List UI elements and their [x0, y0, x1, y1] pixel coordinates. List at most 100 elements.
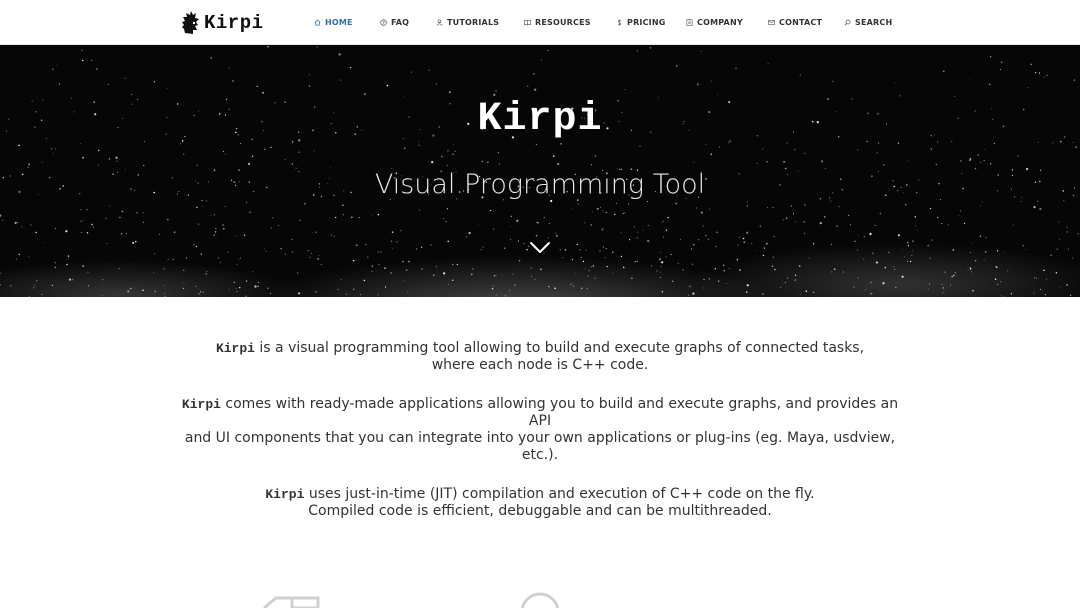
star: [508, 289, 511, 292]
star: [340, 79, 342, 81]
star: [937, 216, 939, 219]
star: [402, 260, 404, 263]
star: [493, 275, 496, 277]
star: [315, 291, 317, 293]
star: [985, 236, 987, 238]
star: [942, 287, 944, 289]
star: [66, 263, 68, 266]
star: [202, 206, 204, 208]
book-icon: [524, 19, 531, 26]
star: [505, 295, 506, 297]
star: [784, 282, 786, 284]
intro-paragraph: Kirpi uses just-in-time (JIT) compilatio…: [170, 486, 910, 520]
star: [911, 254, 913, 257]
star: [541, 59, 543, 61]
star: [256, 85, 258, 88]
star: [1038, 72, 1041, 74]
nav-item-tutorials[interactable]: TUTORIALS: [436, 0, 524, 45]
chevron-down-icon[interactable]: [529, 241, 551, 255]
star: [225, 153, 227, 155]
star: [418, 209, 420, 211]
star: [917, 230, 918, 231]
nav-item-home[interactable]: HOME: [314, 0, 380, 45]
star: [1012, 224, 1014, 226]
star: [405, 269, 408, 271]
star: [217, 257, 219, 259]
star: [222, 224, 225, 226]
star: [1010, 293, 1013, 295]
star: [717, 94, 719, 96]
star: [577, 203, 579, 205]
star: [452, 143, 454, 145]
star: [83, 220, 85, 222]
nav-item-pricing[interactable]: PRICING: [616, 0, 686, 45]
star: [576, 243, 578, 246]
star: [690, 248, 693, 250]
star: [472, 268, 474, 270]
star: [912, 240, 914, 242]
star: [780, 287, 782, 288]
star: [799, 293, 801, 296]
star: [1000, 295, 1002, 297]
star: [787, 277, 789, 279]
star: [894, 268, 896, 270]
star: [154, 253, 156, 255]
star: [773, 236, 775, 238]
star: [1020, 200, 1022, 203]
star: [854, 240, 856, 242]
star: [492, 285, 494, 287]
star: [708, 278, 711, 280]
star: [391, 231, 394, 233]
star: [813, 291, 815, 293]
star: [195, 285, 197, 288]
star: [492, 210, 494, 212]
star: [794, 279, 796, 281]
star: [0, 214, 2, 217]
star: [232, 80, 234, 82]
nav-item-company[interactable]: COMPANY: [686, 0, 768, 45]
hedgehog-logo-icon: [182, 11, 199, 34]
star: [979, 205, 981, 207]
star: [199, 291, 202, 293]
star: [87, 271, 89, 273]
hero-subtitle: Visual Programming Tool: [374, 169, 706, 200]
star: [586, 287, 589, 290]
star: [897, 142, 900, 144]
star: [622, 212, 624, 214]
star: [285, 253, 287, 255]
star: [605, 247, 607, 250]
star: [983, 259, 985, 261]
star: [803, 221, 805, 223]
star: [969, 251, 971, 254]
star: [183, 269, 185, 271]
star: [728, 268, 730, 270]
star: [838, 205, 840, 208]
star: [307, 249, 309, 252]
star: [930, 148, 933, 150]
brand-link[interactable]: Kirpi: [182, 10, 264, 36]
star: [927, 288, 929, 290]
star: [1033, 277, 1036, 279]
star: [371, 270, 373, 272]
star: [333, 235, 335, 237]
star: [80, 143, 82, 145]
star: [1072, 141, 1074, 144]
star: [202, 291, 204, 293]
star: [1025, 249, 1027, 251]
dollar-icon: [616, 19, 623, 26]
nav-item-resources[interactable]: RESOURCES: [524, 0, 616, 45]
star: [377, 294, 379, 296]
star: [2, 219, 4, 221]
star: [661, 261, 664, 264]
nav-item-faq[interactable]: FAQ: [380, 0, 436, 45]
star: [750, 242, 753, 245]
nav-item-search[interactable]: SEARCH: [844, 0, 904, 45]
star: [943, 290, 945, 292]
star: [783, 219, 785, 221]
star: [456, 263, 459, 266]
star: [164, 295, 166, 297]
star: [449, 91, 451, 93]
nav-item-contact[interactable]: CONTACT: [768, 0, 844, 45]
star: [51, 284, 54, 287]
star: [386, 84, 389, 87]
